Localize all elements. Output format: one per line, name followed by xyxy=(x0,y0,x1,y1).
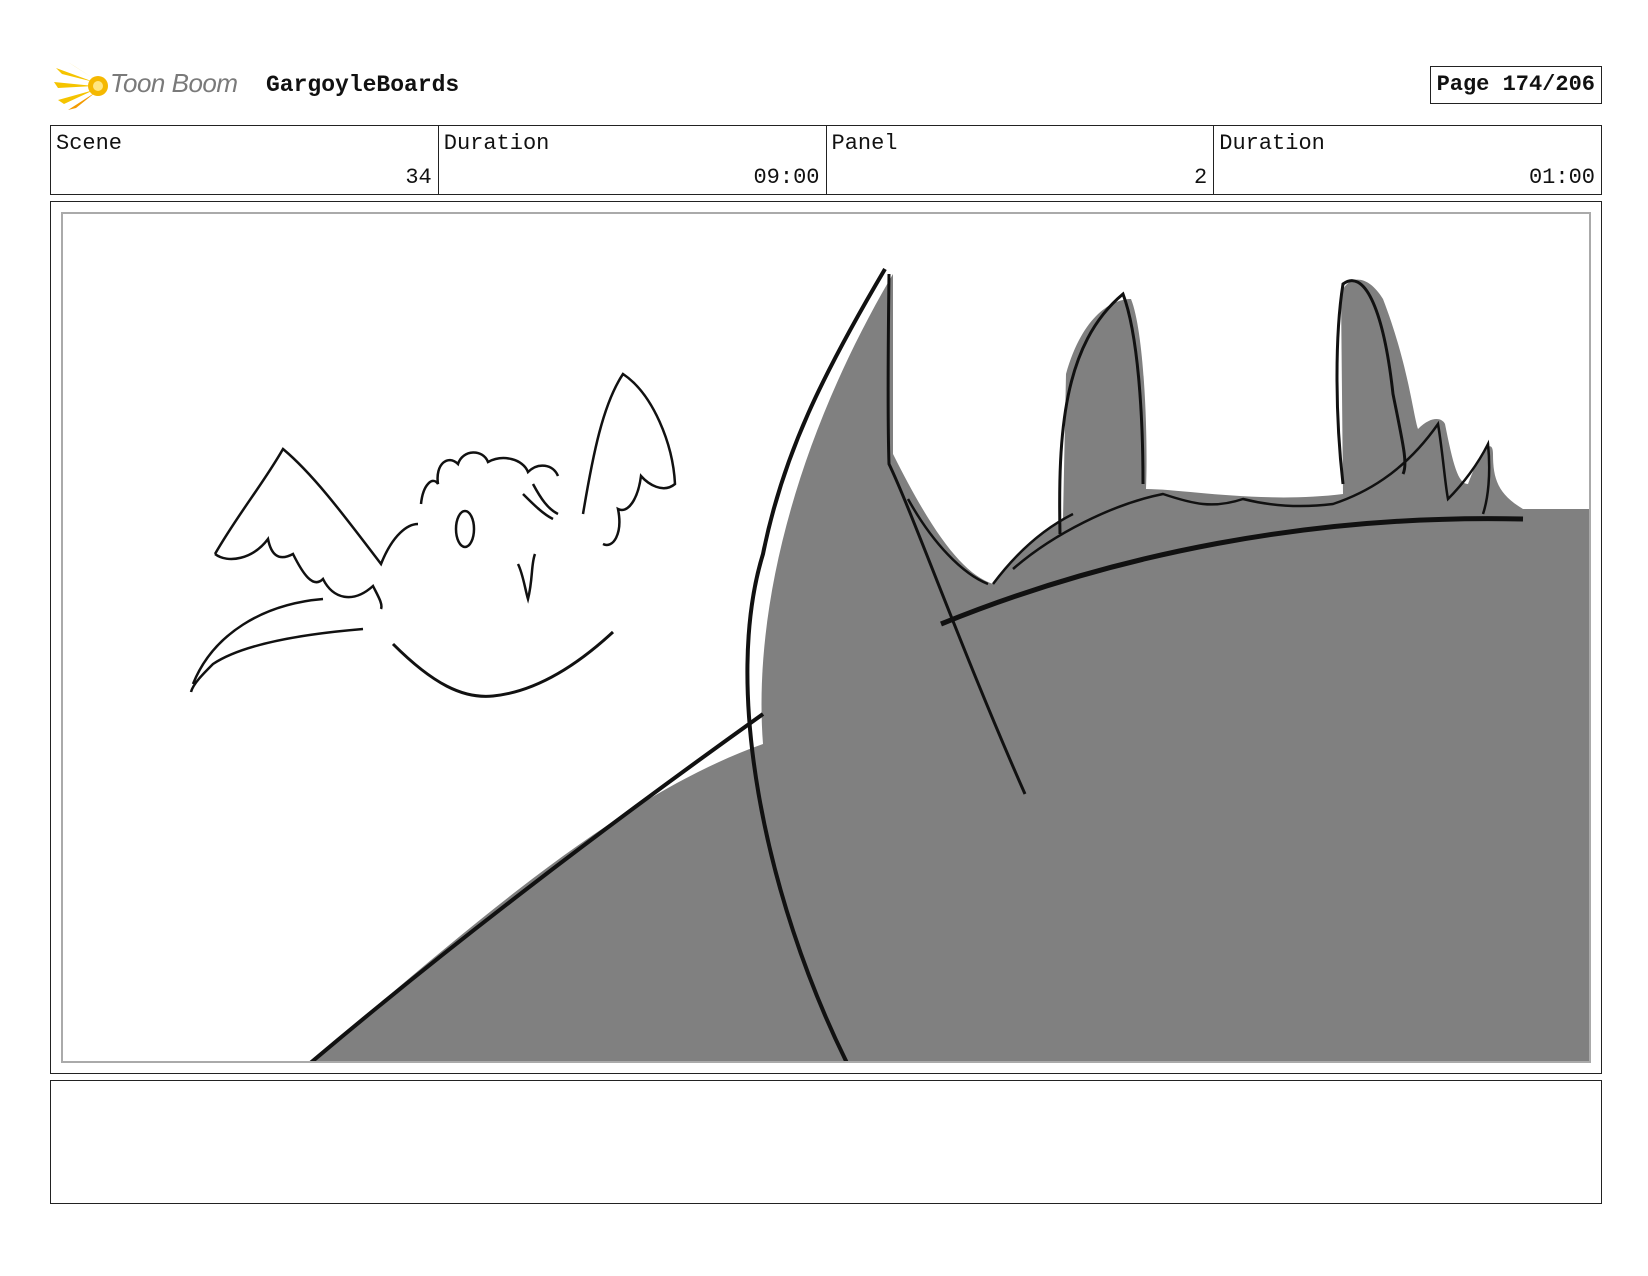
logo-text: Toon Boom xyxy=(110,68,238,98)
bat-eye-right-line xyxy=(522,483,559,521)
panel-drawing-area xyxy=(61,212,1591,1063)
panel-cell: Panel 2 xyxy=(827,126,1215,194)
scene-duration-cell: Duration 09:00 xyxy=(439,126,827,194)
panel-notes xyxy=(50,1080,1602,1204)
panel-duration-label: Duration xyxy=(1219,131,1325,156)
scene-label: Scene xyxy=(56,131,123,156)
bat-right-wing-line xyxy=(581,372,677,547)
gargoyle-body-fill xyxy=(312,274,1589,1061)
panel-duration-cell: Duration 01:00 xyxy=(1214,126,1601,194)
project-title: GargoyleBoards xyxy=(266,72,460,98)
toon-boom-logo: Toon Boom xyxy=(54,58,254,110)
bat-mouth-line xyxy=(516,553,537,604)
scene-cell: Scene 34 xyxy=(51,126,439,194)
scene-duration-value: 09:00 xyxy=(753,165,820,190)
scene-duration-label: Duration xyxy=(443,131,550,156)
storyboard-panel xyxy=(50,201,1602,1074)
panel-duration-value: 01:00 xyxy=(1528,165,1595,190)
bat-left-wing-scallops xyxy=(214,536,383,610)
panel-value: 2 xyxy=(1194,165,1208,190)
bat-belly-line xyxy=(391,630,615,698)
bat-tail-line xyxy=(189,597,364,693)
panel-sketch xyxy=(189,267,1589,1061)
starburst-logo-icon xyxy=(54,62,108,110)
scene-value: 34 xyxy=(405,165,432,190)
scene-info-row: Scene 34 Duration 09:00 Panel 2 Duration… xyxy=(50,125,1602,195)
bat-eye-left xyxy=(454,509,476,549)
panel-label: Panel xyxy=(831,131,898,156)
bat-head-tuft-line xyxy=(419,451,560,505)
bat-left-wing-line xyxy=(213,447,419,567)
page-header: Toon Boom GargoyleBoards Page 174/206 xyxy=(50,58,1602,110)
page-indicator: Page 174/206 xyxy=(1429,66,1602,104)
